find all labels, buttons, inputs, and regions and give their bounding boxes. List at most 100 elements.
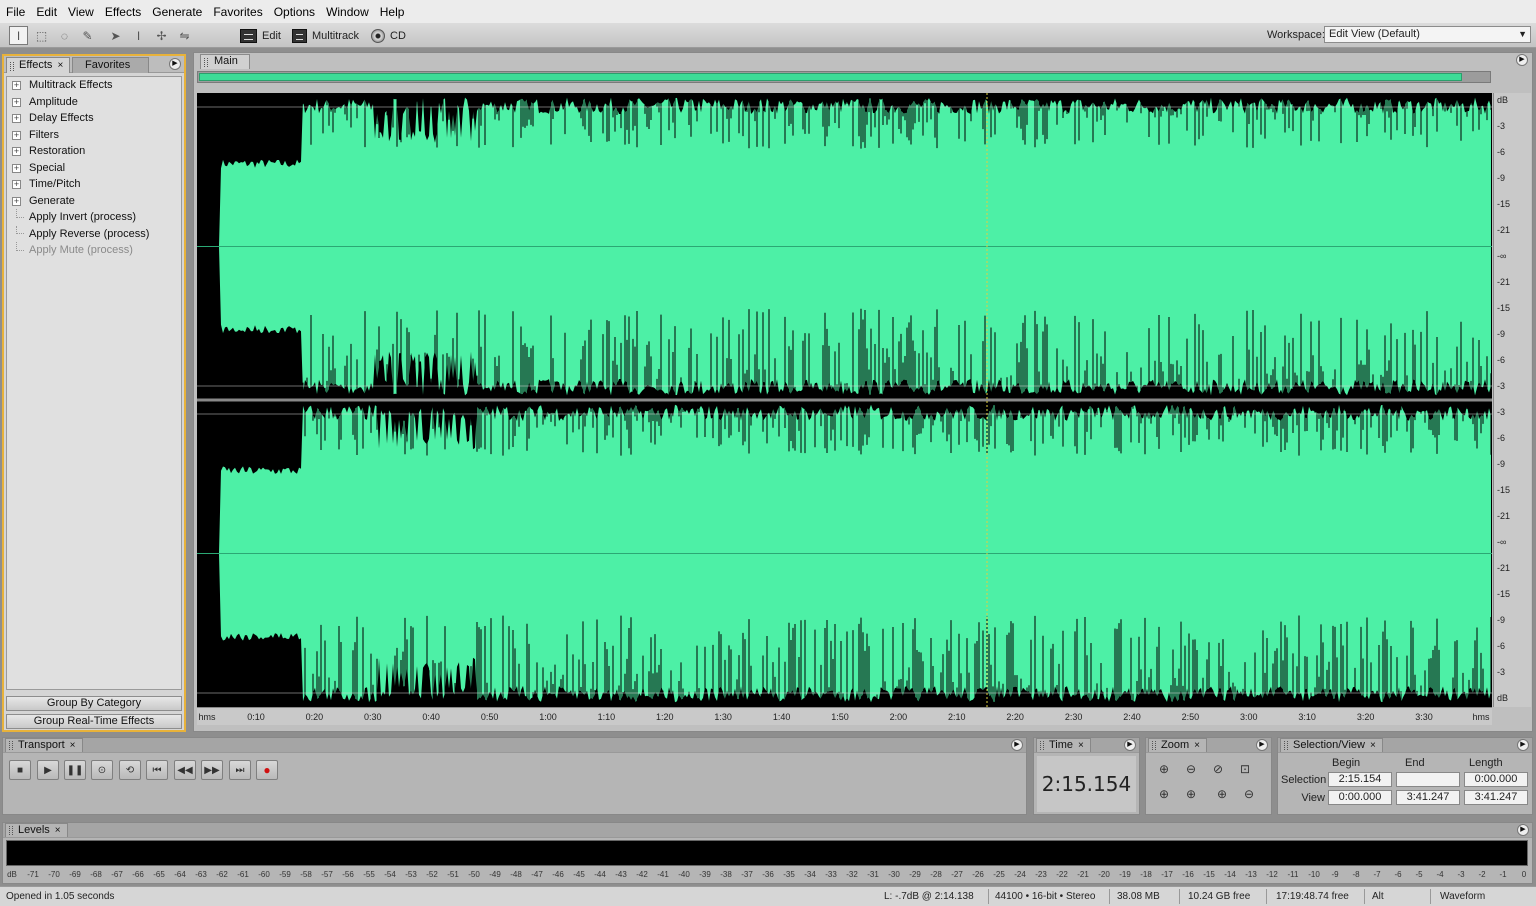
lasso-tool-icon[interactable]: ◌: [55, 26, 74, 45]
tab-main[interactable]: Main: [200, 54, 250, 69]
go-to-end-button[interactable]: ⏭: [229, 760, 251, 780]
effects-tree-item[interactable]: + Filters: [7, 127, 181, 144]
panel-menu-icon[interactable]: ▶: [1517, 739, 1529, 751]
zoom-out-horizontal-icon[interactable]: ⊖: [1181, 760, 1201, 778]
menu-view[interactable]: View: [68, 5, 94, 19]
workspace-select[interactable]: Edit View (Default) ▼: [1324, 26, 1531, 43]
time-ruler[interactable]: hms 0:10 0:20 0:30 0:40 0:50 1:00 1:10 1:20 1:30 1…: [197, 707, 1492, 725]
zoom-in-horizontal-icon[interactable]: ⊕: [1154, 760, 1174, 778]
record-button[interactable]: ●: [256, 760, 278, 780]
time-selection-alt-icon[interactable]: I: [129, 26, 148, 45]
level-tick-label: -9: [1331, 870, 1339, 879]
selection-end-field[interactable]: [1396, 772, 1460, 787]
close-icon[interactable]: ×: [1078, 740, 1084, 751]
zoom-out-full-icon[interactable]: ⊘: [1208, 760, 1228, 778]
loop-button[interactable]: ⟲: [119, 760, 141, 780]
level-tick-label: -61: [237, 870, 249, 879]
panel-menu-icon[interactable]: ▶: [1517, 824, 1529, 836]
menu-help[interactable]: Help: [380, 5, 405, 19]
scrub-tool-icon[interactable]: ⇋: [175, 26, 194, 45]
zoom-to-left-edge-icon[interactable]: ⊕: [1154, 785, 1174, 803]
level-tick-label: -22: [1056, 870, 1068, 879]
effects-tree-item[interactable]: Apply Invert (process): [7, 209, 181, 226]
multitrack-view-button[interactable]: Multitrack: [292, 27, 359, 44]
expand-icon[interactable]: +: [12, 81, 21, 90]
effects-tree-item[interactable]: + Special: [7, 160, 181, 177]
group-by-category-button[interactable]: Group By Category: [6, 696, 182, 711]
panel-menu-icon[interactable]: ▶: [1011, 739, 1023, 751]
selection-length-field[interactable]: 0:00.000: [1464, 772, 1528, 787]
expand-icon[interactable]: +: [12, 97, 21, 107]
selection-begin-field[interactable]: 2:15.154: [1328, 772, 1392, 787]
cd-icon: [371, 28, 385, 43]
overview-scrollbar[interactable]: [197, 71, 1491, 83]
marquee-tool-icon[interactable]: ⬚: [32, 26, 51, 45]
expand-icon[interactable]: +: [12, 180, 21, 189]
effects-tree-item[interactable]: + Delay Effects: [7, 110, 181, 127]
effects-tree-item[interactable]: + Multitrack Effects: [7, 77, 181, 94]
zoom-to-right-edge-icon[interactable]: ⊕: [1181, 785, 1201, 803]
zoom-in-vertical-icon[interactable]: ⊕: [1212, 785, 1232, 803]
expand-icon[interactable]: +: [12, 130, 21, 140]
close-icon[interactable]: ×: [57, 60, 63, 71]
fast-forward-button[interactable]: ▶▶: [201, 760, 223, 780]
menu-effects[interactable]: Effects: [105, 5, 141, 19]
close-icon[interactable]: ×: [55, 825, 61, 836]
panel-menu-icon[interactable]: ▶: [169, 58, 181, 70]
level-tick-label: -32: [846, 870, 858, 879]
effects-tree-item-label: Special: [29, 161, 66, 174]
panel-menu-icon[interactable]: ▶: [1256, 739, 1268, 751]
zoom-to-selection-icon[interactable]: ⊡: [1235, 760, 1255, 778]
edit-view-button[interactable]: Edit: [240, 27, 281, 44]
effects-tree-item[interactable]: Apply Mute (process): [7, 242, 181, 259]
expand-icon[interactable]: +: [12, 147, 21, 156]
view-begin-field[interactable]: 0:00.000: [1328, 790, 1392, 805]
panel-menu-icon[interactable]: ▶: [1516, 54, 1528, 66]
effects-tree-item[interactable]: + Time/Pitch: [7, 176, 181, 193]
expand-icon[interactable]: +: [12, 163, 21, 173]
tab-levels[interactable]: Levels ×: [5, 823, 68, 837]
level-tick-label: -31: [867, 870, 879, 879]
play-button[interactable]: ▶: [37, 760, 59, 780]
group-realtime-effects-button[interactable]: Group Real-Time Effects: [6, 714, 182, 729]
view-end-field[interactable]: 3:41.247: [1396, 790, 1460, 805]
overview-range[interactable]: [199, 73, 1462, 81]
close-icon[interactable]: ×: [70, 740, 76, 751]
menu-edit[interactable]: Edit: [36, 5, 57, 19]
time-selection-tool-icon[interactable]: I: [9, 26, 28, 45]
tab-zoom[interactable]: Zoom ×: [1148, 738, 1207, 752]
menu-favorites[interactable]: Favorites: [213, 5, 262, 19]
effects-tree-item[interactable]: Apply Reverse (process): [7, 225, 181, 243]
effects-tree-item[interactable]: + Restoration: [7, 143, 181, 160]
time-tick-label: 0:10: [247, 712, 265, 722]
play-from-cursor-button[interactable]: ⊙: [91, 760, 113, 780]
menu-file[interactable]: File: [6, 5, 25, 19]
hybrid-tool-icon[interactable]: ✢: [152, 26, 171, 45]
panel-menu-icon[interactable]: ▶: [1124, 739, 1136, 751]
tab-selection-view[interactable]: Selection/View ×: [1280, 738, 1383, 752]
go-to-beginning-button[interactable]: ⏮: [146, 760, 168, 780]
close-icon[interactable]: ×: [1194, 740, 1200, 751]
waveform-display[interactable]: [197, 93, 1492, 707]
expand-icon[interactable]: +: [12, 114, 21, 123]
tab-time[interactable]: Time ×: [1036, 738, 1091, 752]
move-tool-icon[interactable]: ➤: [106, 26, 125, 45]
menu-window[interactable]: Window: [326, 5, 369, 19]
tab-effects[interactable]: Effects ×: [6, 57, 71, 73]
effects-tree-item[interactable]: + Generate: [7, 193, 181, 210]
tab-favorites[interactable]: Favorites: [72, 57, 149, 73]
stop-button[interactable]: ■: [9, 760, 31, 780]
menu-generate[interactable]: Generate: [152, 5, 202, 19]
menu-options[interactable]: Options: [274, 5, 315, 19]
effects-tree-item[interactable]: + Amplitude: [7, 94, 181, 111]
tab-transport[interactable]: Transport ×: [5, 738, 83, 752]
zoom-out-vertical-icon[interactable]: ⊖: [1239, 785, 1259, 803]
pause-button[interactable]: ❚❚: [64, 760, 86, 780]
cd-view-button[interactable]: CD: [371, 27, 406, 44]
level-tick-label: -30: [888, 870, 900, 879]
expand-icon[interactable]: +: [12, 196, 21, 206]
view-length-field[interactable]: 3:41.247: [1464, 790, 1528, 805]
rewind-button[interactable]: ◀◀: [174, 760, 196, 780]
effects-paintbrush-tool-icon[interactable]: ✎: [78, 26, 97, 45]
close-icon[interactable]: ×: [1370, 740, 1376, 751]
